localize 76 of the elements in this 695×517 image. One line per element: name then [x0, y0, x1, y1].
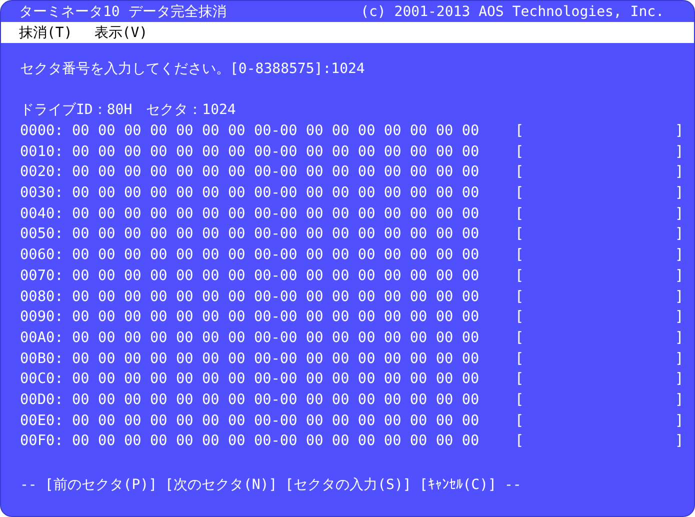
- bracket: [: [515, 288, 525, 306]
- bracket: ]: [675, 266, 684, 286]
- hex-bytes: 00 00 00 00 00 00 00 00-00 00 00 00 00 00 00 00: [72, 142, 480, 162]
- offset-label: 0040:: [20, 204, 64, 224]
- hex-bytes: 00 00 00 00 00 00 00 00-00 00 00 00 00 00 00 00: [72, 122, 480, 141]
- bracket: ]: [675, 142, 684, 162]
- bracket: ]: [675, 246, 684, 266]
- bracket: ]: [675, 308, 684, 328]
- window-title: ターミネータ10 データ完全抹消: [19, 2, 226, 20]
- bracket: ]: [675, 328, 684, 348]
- bracket: [: [515, 412, 525, 431]
- action-button[interactable]: [セクタの入力(S)]: [285, 476, 412, 494]
- offset-label: 0010:: [20, 142, 64, 162]
- hex-bytes: 00 00 00 00 00 00 00 00-00 00 00 00 00 00 00 00: [72, 412, 480, 431]
- bracket: ]: [675, 163, 684, 182]
- bracket: [: [515, 225, 525, 244]
- hex-bytes: 00 00 00 00 00 00 00 00-00 00 00 00 00 00 00 00: [72, 350, 480, 369]
- action-button[interactable]: [前のセクタ(P)]: [44, 476, 158, 494]
- offset-label: 0030:: [20, 184, 64, 204]
- offset-label: 0020:: [20, 163, 64, 182]
- menu-item[interactable]: 抹消(T): [19, 24, 72, 42]
- offset-label: 0000:: [20, 122, 64, 141]
- bracket: ]: [675, 370, 684, 390]
- bracket: ]: [675, 225, 684, 244]
- offset-label: 00B0:: [20, 350, 64, 369]
- hex-bytes: 00 00 00 00 00 00 00 00-00 00 00 00 00 00 00 00: [72, 225, 480, 244]
- action-button[interactable]: [次のセクタ(N)]: [165, 476, 278, 494]
- bracket: ]: [675, 412, 684, 431]
- hex-bytes: 00 00 00 00 00 00 00 00-00 00 00 00 00 00 00 00: [72, 204, 480, 224]
- offset-label: 0060:: [20, 246, 64, 266]
- offset-label: 0070:: [20, 266, 64, 286]
- offset-label: 0050:: [20, 225, 64, 244]
- menu-item[interactable]: 表示(V): [94, 24, 148, 42]
- offset-label: 00D0:: [20, 390, 64, 410]
- hex-bytes: 00 00 00 00 00 00 00 00-00 00 00 00 00 00 00 00: [72, 266, 480, 286]
- bracket: [: [515, 204, 525, 224]
- prompt-text: セクタ番号を入力してください。[0-8388575]:1024: [20, 60, 366, 79]
- offset-label: 00E0:: [20, 412, 64, 431]
- bracket: [: [515, 308, 525, 328]
- bracket: ]: [675, 288, 684, 306]
- bracket: [: [515, 246, 525, 266]
- hex-bytes: 00 00 00 00 00 00 00 00-00 00 00 00 00 00 00 00: [72, 288, 480, 306]
- offset-label: 0090:: [20, 308, 64, 328]
- bracket: [: [515, 432, 525, 452]
- hex-bytes: 00 00 00 00 00 00 00 00-00 00 00 00 00 00 00 00: [72, 390, 480, 410]
- bracket: [: [515, 142, 525, 162]
- hex-bytes: 00 00 00 00 00 00 00 00-00 00 00 00 00 00 00 00: [72, 432, 480, 452]
- offset-label: 00A0:: [20, 328, 64, 348]
- hex-bytes: 00 00 00 00 00 00 00 00-00 00 00 00 00 00 00 00: [72, 163, 480, 182]
- action-button[interactable]: [ｷｬﾝｾﾙ(C)]: [419, 477, 496, 493]
- bracket: ]: [675, 204, 684, 224]
- bracket: ]: [675, 350, 684, 369]
- offset-label: 0080:: [20, 288, 64, 306]
- bracket: [: [515, 328, 525, 348]
- bracket: ]: [675, 184, 684, 204]
- hex-bytes: 00 00 00 00 00 00 00 00-00 00 00 00 00 00 00 00: [72, 308, 480, 328]
- hex-bytes: 00 00 00 00 00 00 00 00-00 00 00 00 00 00 00 00: [72, 370, 480, 390]
- drive-info: ドライブID：80H セクタ：1024: [20, 101, 237, 120]
- copyright-text: (c) 2001-2013 AOS Technologies, Inc.: [360, 4, 664, 20]
- bracket: ]: [675, 390, 684, 410]
- bracket: [: [515, 184, 525, 204]
- dash-text: --: [20, 477, 37, 493]
- hex-bytes: 00 00 00 00 00 00 00 00-00 00 00 00 00 00 00 00: [72, 328, 480, 348]
- offset-label: 00F0:: [20, 432, 64, 452]
- hex-bytes: 00 00 00 00 00 00 00 00-00 00 00 00 00 00 00 00: [72, 246, 480, 266]
- bracket: [: [515, 350, 525, 369]
- bracket: [: [515, 390, 525, 410]
- bracket: [: [515, 163, 525, 182]
- bracket: ]: [675, 122, 684, 141]
- offset-label: 00C0:: [20, 370, 64, 390]
- bracket: [: [515, 370, 525, 390]
- bracket: [: [515, 266, 525, 286]
- hex-bytes: 00 00 00 00 00 00 00 00-00 00 00 00 00 00 00 00: [72, 184, 480, 204]
- bracket: [: [515, 122, 525, 141]
- bracket: ]: [675, 432, 684, 452]
- dash-text: --: [504, 477, 522, 493]
